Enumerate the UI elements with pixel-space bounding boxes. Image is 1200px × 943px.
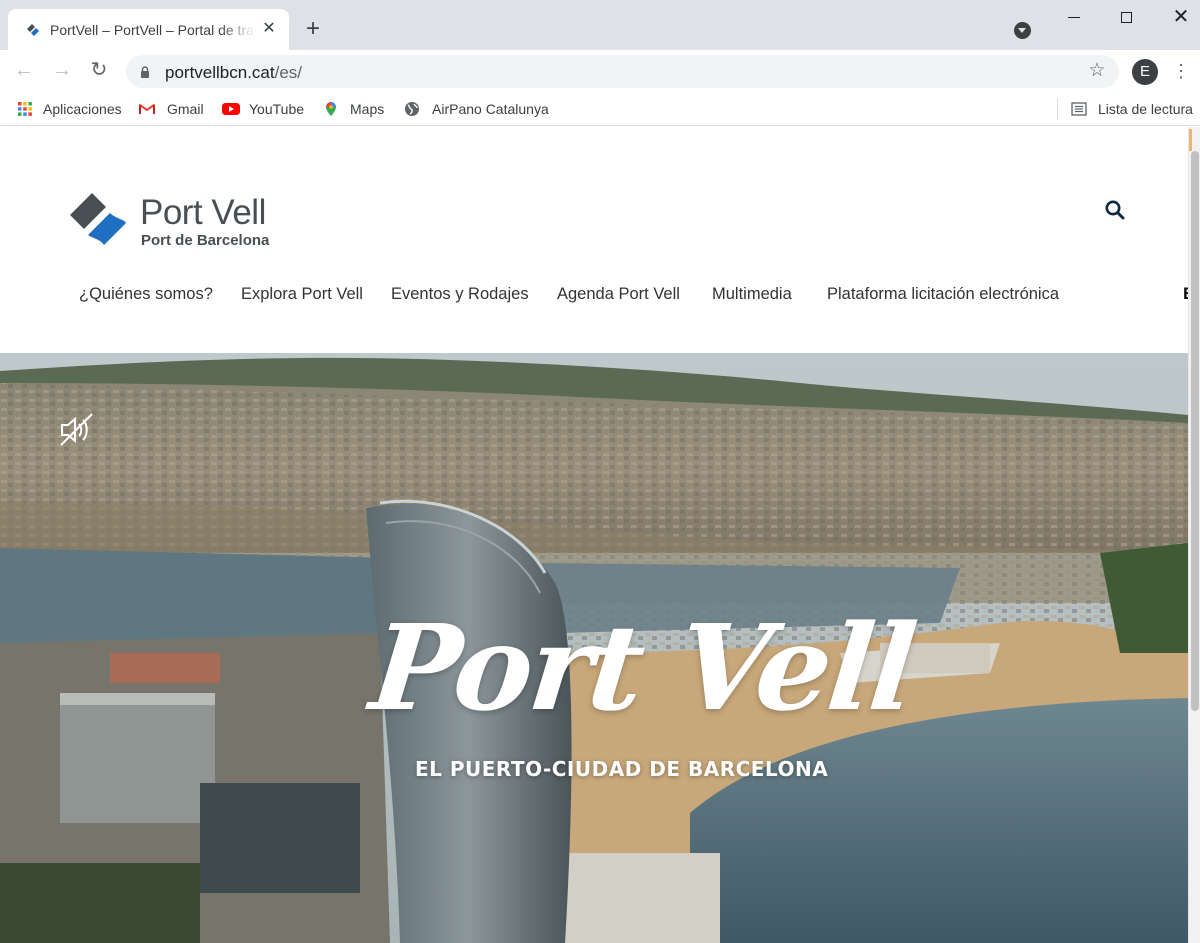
apps-grid-icon (18, 102, 32, 116)
nav-quienes-somos[interactable]: ¿Quiénes somos? (79, 285, 213, 304)
bookmark-airpano[interactable]: AirPano Catalunya (404, 100, 549, 118)
reading-list-button[interactable]: Lista de lectura (1071, 100, 1197, 118)
tab-title: PortVell – PortVell – Portal de transpar… (50, 22, 256, 38)
bookmark-maps[interactable]: Maps (323, 100, 387, 118)
new-tab-button[interactable]: + (300, 17, 326, 43)
bookmark-youtube[interactable]: YouTube (222, 100, 306, 118)
mute-sound-icon[interactable] (56, 410, 96, 450)
reading-list-icon (1071, 102, 1087, 116)
tab-search-icon[interactable] (1014, 22, 1031, 39)
bookmark-apps[interactable]: Aplicaciones (17, 100, 122, 118)
bookmark-label: Maps (350, 101, 385, 117)
bookmark-label: YouTube (249, 101, 305, 117)
bookmarks-separator (1057, 98, 1058, 120)
globe-icon (405, 102, 419, 116)
nav-agenda-port-vell[interactable]: Agenda Port Vell (557, 285, 680, 304)
nav-eventos-rodajes[interactable]: Eventos y Rodajes (391, 285, 529, 304)
reload-icon[interactable]: ↻ (87, 58, 111, 82)
bookmark-star-icon[interactable]: ☆ (1087, 61, 1107, 81)
hero-video: Port Vell EL PUERTO-CIUDAD DE BARCELONA (0, 353, 1188, 943)
logo-subtitle: Port de Barcelona (141, 232, 270, 249)
window-minimize-icon[interactable] (1068, 17, 1080, 18)
scrollbar-accent (1189, 129, 1192, 151)
hero-subtitle: EL PUERTO-CIUDAD DE BARCELONA (415, 757, 829, 781)
bookmark-label: Aplicaciones (43, 101, 122, 117)
nav-multimedia[interactable]: Multimedia (712, 285, 792, 304)
gmail-icon (139, 104, 155, 114)
reading-list-label: Lista de lectura (1098, 101, 1193, 117)
tab-strip: PortVell – PortVell – Portal de transpar… (0, 0, 1200, 50)
profile-avatar[interactable]: E (1132, 59, 1158, 85)
nav-explora-port-vell[interactable]: Explora Port Vell (241, 285, 363, 304)
scrollbar-thumb[interactable] (1191, 151, 1199, 711)
browser-menu-icon[interactable]: ⋮ (1172, 60, 1190, 84)
logo-title: Port Vell (140, 193, 266, 232)
forward-arrow-icon[interactable]: → (50, 58, 74, 82)
bookmarks-bar: Aplicaciones Gmail YouTube Maps AirPano … (0, 92, 1200, 126)
window-maximize-icon[interactable] (1121, 12, 1132, 23)
nav-plataforma-licitacion[interactable]: Plataforma licitación electrónica (827, 285, 1059, 304)
window-close-icon[interactable]: ✕ (1170, 6, 1192, 28)
browser-toolbar: ← → ↻ portvellbcn.cat/es/ ☆ E ⋮ (0, 50, 1200, 92)
bookmark-label: Gmail (167, 101, 204, 117)
lock-icon (141, 66, 149, 78)
url-path: /es/ (274, 63, 303, 82)
address-bar[interactable]: portvellbcn.cat/es/ ☆ (126, 55, 1119, 88)
site-logo[interactable]: Port Vell Port de Barcelona (66, 187, 276, 251)
youtube-icon (222, 103, 240, 115)
page-scrollbar[interactable] (1188, 127, 1200, 943)
web-page: Port Vell Port de Barcelona ¿Quiénes som… (0, 127, 1188, 943)
bookmark-label: AirPano Catalunya (432, 101, 549, 117)
bookmark-gmail[interactable]: Gmail (139, 100, 205, 118)
address-url: portvellbcn.cat/es/ (165, 63, 302, 83)
maps-pin-icon (326, 102, 336, 116)
site-search-icon[interactable] (1104, 199, 1126, 221)
portvell-favicon-icon (27, 24, 39, 36)
url-host: portvellbcn.cat (165, 63, 275, 82)
tab-close-icon[interactable]: ✕ (260, 20, 278, 38)
back-arrow-icon[interactable]: ← (12, 58, 36, 82)
hero-title: Port Vell (364, 598, 920, 737)
browser-tab[interactable]: PortVell – PortVell – Portal de transpar… (8, 9, 289, 50)
port-vell-logo-mark-icon (70, 193, 126, 245)
